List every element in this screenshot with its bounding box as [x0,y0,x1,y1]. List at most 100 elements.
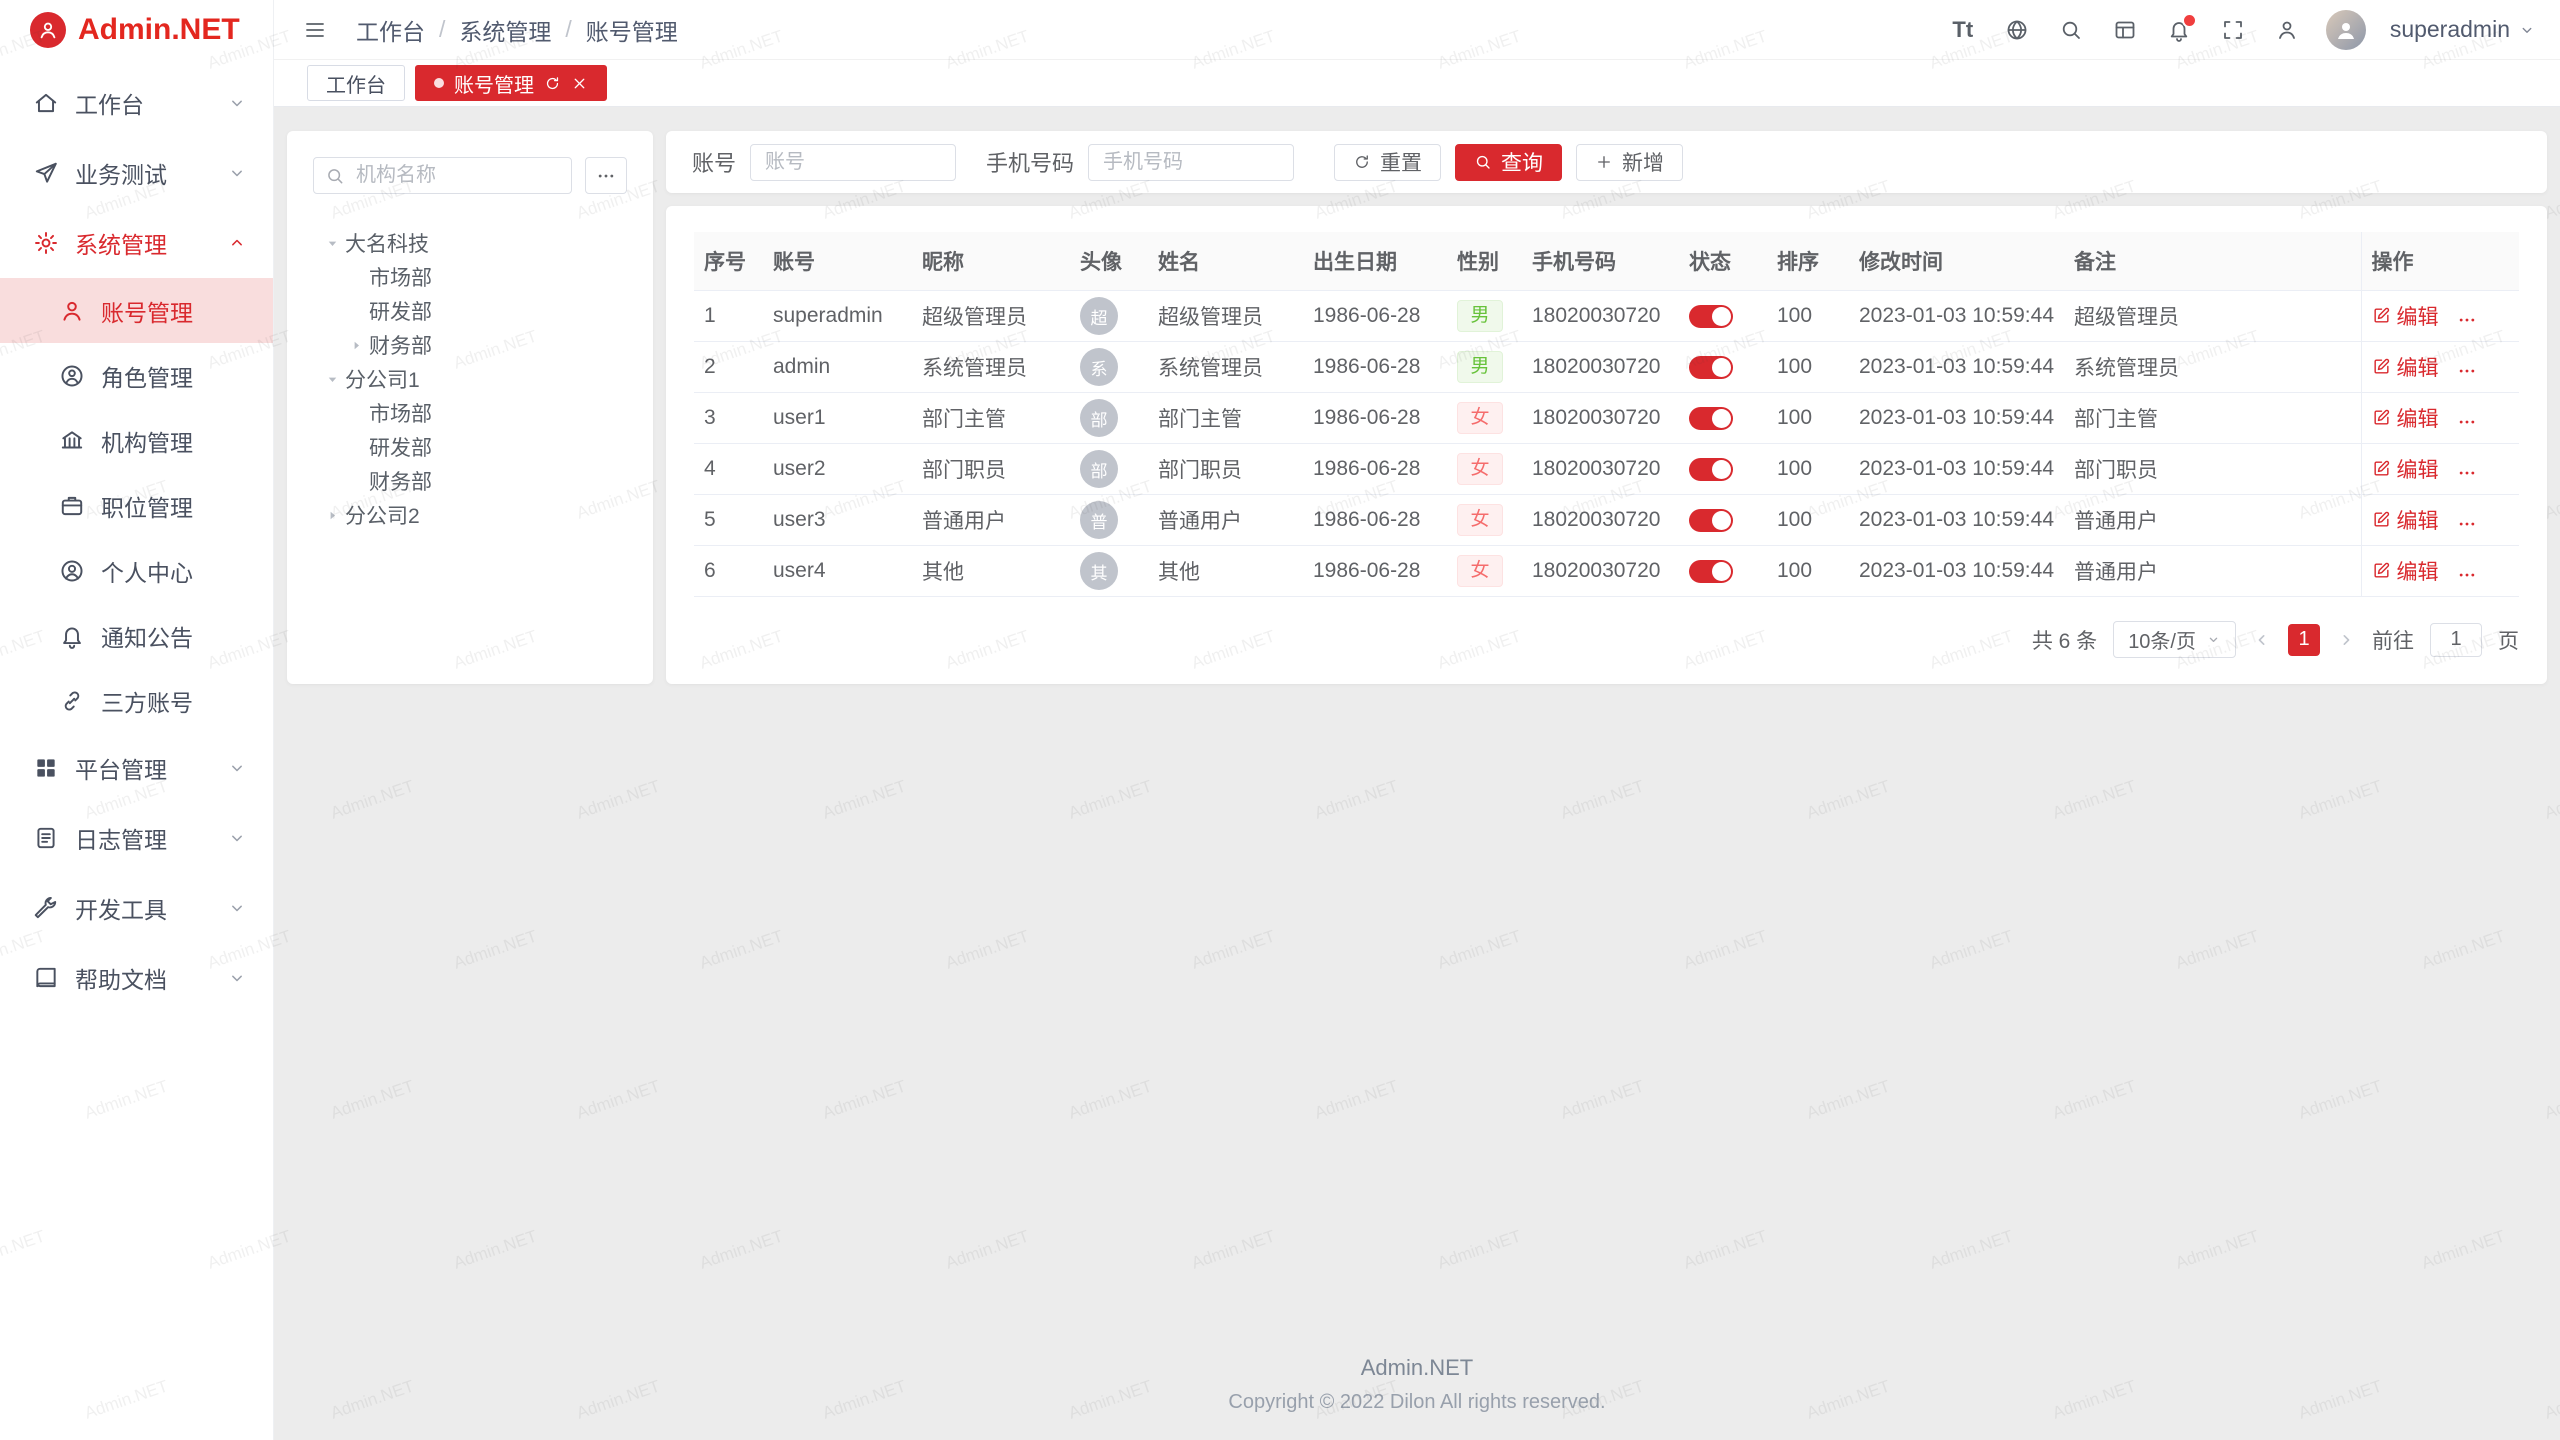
edit-button[interactable]: 编辑 [2372,301,2439,331]
tree-node[interactable]: 研发部 [313,294,627,328]
font-size-icon[interactable]: Tt [1948,15,1978,45]
sidebar-item-role-manage[interactable]: 角色管理 [0,343,273,408]
sidebar-item-dev-tools[interactable]: 开发工具 [0,873,273,943]
sidebar-item-account-manage[interactable]: 账号管理 [0,278,273,343]
table-row: 5user3普通用户普普通用户1986-06-28女18020030720100… [694,495,2519,546]
account-filter-label: 账号 [692,146,736,178]
sidebar-item-notice[interactable]: 通知公告 [0,603,273,668]
sidebar-item-org-manage[interactable]: 机构管理 [0,408,273,473]
sidebar-item-personal-center[interactable]: 个人中心 [0,538,273,603]
tree-node[interactable]: 市场部 [313,260,627,294]
row-more-button[interactable] [2457,514,2477,534]
edit-button[interactable]: 编辑 [2372,403,2439,433]
cell-sort: 100 [1767,393,1849,444]
edit-button[interactable]: 编辑 [2372,556,2439,586]
caret-right-icon[interactable] [343,332,369,358]
goto-page-input[interactable] [2430,623,2482,657]
next-page-button[interactable] [2336,630,2356,650]
footer-title: Admin.NET [287,1355,2547,1381]
caret-down-icon[interactable] [319,230,345,256]
fullscreen-icon[interactable] [2218,15,2248,45]
sidebar-item-system-manage[interactable]: 系统管理 [0,208,273,278]
tab-refresh-icon[interactable] [544,75,561,92]
breadcrumb-item[interactable]: 工作台 [356,13,425,47]
account-filter-input[interactable] [750,144,956,181]
page-number-1[interactable]: 1 [2288,624,2320,656]
row-more-button[interactable] [2457,412,2477,432]
tab-workbench[interactable]: 工作台 [307,65,405,101]
row-more-button[interactable] [2457,463,2477,483]
tree-node[interactable]: 大名科技 [313,226,627,260]
tree-branch: 研发部 [313,430,627,464]
cell-phone: 18020030720 [1522,444,1679,495]
reset-button[interactable]: 重置 [1334,144,1441,181]
sidebar-item-platform-manage[interactable]: 平台管理 [0,733,273,803]
org-more-button[interactable] [585,157,627,194]
cell-account: user4 [763,546,912,597]
tree-node[interactable]: 市场部 [313,396,627,430]
tree-node[interactable]: 财务部 [313,464,627,498]
sidebar-item-label: 开发工具 [75,891,227,925]
collapse-menu-icon[interactable] [300,15,330,45]
search-icon[interactable] [2056,15,2086,45]
add-button[interactable]: 新增 [1576,144,1683,181]
page-size-select[interactable]: 10条/页 [2113,621,2236,658]
breadcrumb-item[interactable]: 账号管理 [586,13,678,47]
tree-node[interactable]: 分公司1 [313,362,627,396]
org-search-input[interactable] [313,157,572,194]
sidebar-item-business-test[interactable]: 业务测试 [0,138,273,208]
notification-icon[interactable] [2164,15,2194,45]
breadcrumb-item[interactable]: 系统管理 [459,13,551,47]
layout-config-icon[interactable] [2110,15,2140,45]
cell-index: 2 [694,342,763,393]
user-icon[interactable] [2272,15,2302,45]
row-avatar: 部 [1080,450,1118,488]
chevron-down-icon [227,93,247,113]
user-menu[interactable]: superadmin [2390,16,2536,43]
status-toggle[interactable] [1689,356,1733,379]
prev-page-button[interactable] [2252,630,2272,650]
cell-phone: 18020030720 [1522,495,1679,546]
edit-button[interactable]: 编辑 [2372,352,2439,382]
status-toggle[interactable] [1689,407,1733,430]
status-toggle[interactable] [1689,305,1733,328]
tab-account-manage[interactable]: 账号管理 [415,65,607,101]
row-more-button[interactable] [2457,310,2477,330]
edit-button[interactable]: 编辑 [2372,454,2439,484]
app-logo[interactable]: Admin.NET [0,0,273,60]
sidebar-item-help-docs[interactable]: 帮助文档 [0,943,273,1013]
status-toggle[interactable] [1689,509,1733,532]
cell-name: 系统管理员 [1148,342,1303,393]
pagination-total: 共 6 条 [2032,625,2097,655]
user-avatar[interactable] [2326,10,2366,50]
tree-node[interactable]: 研发部 [313,430,627,464]
tab-close-icon[interactable] [571,75,588,92]
sidebar-item-label: 通知公告 [101,619,273,653]
tree-node-label: 分公司1 [345,364,420,394]
table-header-row: 序号账号昵称头像姓名出生日期性别手机号码状态排序修改时间备注操作 [694,232,2519,291]
tree-node-label: 财务部 [369,330,432,360]
cell-index: 1 [694,291,763,342]
sidebar-item-workbench[interactable]: 工作台 [0,68,273,138]
edit-button[interactable]: 编辑 [2372,505,2439,535]
filter-bar: 账号 手机号码 重置 查询 [666,131,2547,193]
sidebar-item-position-manage[interactable]: 职位管理 [0,473,273,538]
sidebar-menu: 工作台业务测试系统管理账号管理角色管理机构管理职位管理个人中心通知公告三方账号平… [0,60,273,1440]
caret-down-icon[interactable] [319,366,345,392]
caret-right-icon[interactable] [319,502,345,528]
row-more-button[interactable] [2457,361,2477,381]
language-icon[interactable] [2002,15,2032,45]
tree-branch: 大名科技市场部研发部财务部 [313,226,627,362]
tree-node[interactable]: 分公司2 [313,498,627,532]
phone-filter-input[interactable] [1088,144,1294,181]
status-toggle[interactable] [1689,458,1733,481]
row-more-button[interactable] [2457,565,2477,585]
sidebar-item-log-manage[interactable]: 日志管理 [0,803,273,873]
sidebar-item-third-account[interactable]: 三方账号 [0,668,273,733]
tree-node[interactable]: 财务部 [313,328,627,362]
cell-status [1679,393,1767,444]
query-button[interactable]: 查询 [1455,144,1562,181]
cell-birthday: 1986-06-28 [1303,444,1447,495]
status-toggle[interactable] [1689,560,1733,583]
header-icon-group: Tt [1948,15,2302,45]
